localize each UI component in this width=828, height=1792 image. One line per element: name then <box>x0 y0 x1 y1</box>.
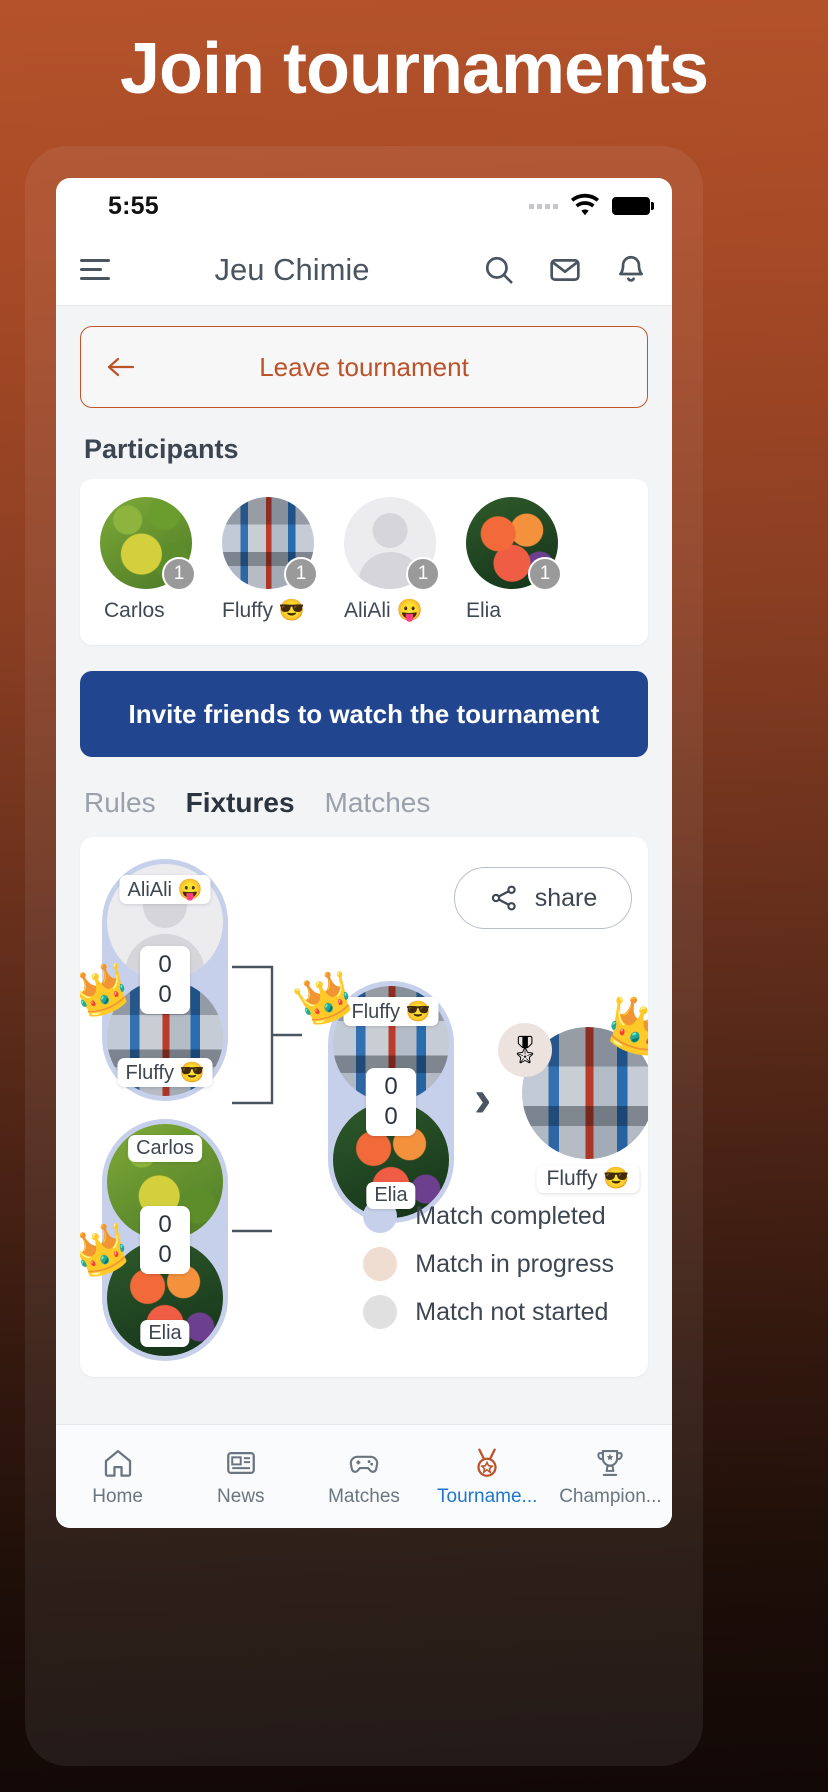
chevron-right-icon: › <box>474 1070 492 1128</box>
leave-tournament-button[interactable]: Leave tournament <box>80 326 648 408</box>
legend-color-swatch <box>363 1295 398 1329</box>
legend-label: Match completed <box>415 1201 606 1230</box>
medal-icon: 🎖 <box>498 1023 552 1077</box>
participant-item[interactable]: 1 Elia <box>466 497 566 623</box>
share-button[interactable]: share <box>454 867 632 929</box>
share-icon <box>491 885 516 911</box>
page-title: Join tournaments <box>119 29 709 109</box>
status-indicators <box>529 193 654 219</box>
nav-label: Home <box>92 1485 143 1507</box>
gamepad-icon <box>349 1455 379 1473</box>
main-content: Leave tournament Participants 1 Carlos 1 <box>56 306 672 1424</box>
score-bottom: 0 <box>158 981 172 1008</box>
score-top: 0 <box>158 951 172 978</box>
participant-item[interactable]: 1 Fluffy 😎 <box>222 497 322 623</box>
match-top-name: Carlos <box>128 1135 202 1162</box>
participant-name: Carlos <box>104 599 165 622</box>
match-bottom-name: Fluffy 😎 <box>117 1058 213 1087</box>
app-title: Jeu Chimie <box>214 251 370 287</box>
signal-dots-icon <box>529 203 558 209</box>
app-screen: 5:55 Jeu Chimie Leave tournament Partici… <box>56 178 672 1528</box>
legend-label: Match not started <box>415 1297 609 1326</box>
nav-item-matches[interactable]: Matches <box>302 1446 425 1508</box>
nav-label: Champion... <box>559 1485 662 1507</box>
fixtures-bracket: share AliAli 😛 Fluffy 😎 0 0 👑 Carlos Eli… <box>80 837 648 1377</box>
participant-badge: 1 <box>406 557 440 591</box>
mail-icon[interactable] <box>548 253 582 287</box>
legend-item: Match in progress <box>363 1247 614 1281</box>
tab-bar: Rules Fixtures Matches <box>84 787 648 819</box>
leave-tournament-label: Leave tournament <box>259 351 469 382</box>
status-time: 5:55 <box>108 191 159 220</box>
wifi-icon <box>570 193 600 216</box>
bracket-connector-lower <box>232 1229 272 1233</box>
tab-rules[interactable]: Rules <box>84 787 156 819</box>
nav-item-news[interactable]: News <box>179 1446 302 1508</box>
bottom-navigation: Home News Matches Tourname... Champion..… <box>56 1424 672 1528</box>
legend-item: Match not started <box>363 1295 614 1329</box>
match-score: 0 0 <box>140 1206 190 1274</box>
device-frame: 5:55 Jeu Chimie Leave tournament Partici… <box>25 146 703 1766</box>
score-bottom: 0 <box>384 1103 398 1130</box>
bracket-legend: Match completed Match in progress Match … <box>363 1199 614 1343</box>
header-icon-group <box>482 253 648 287</box>
share-label: share <box>534 883 598 912</box>
match-semifinal-2[interactable]: Carlos Elia 0 0 👑 <box>80 1119 228 1361</box>
match-score: 0 0 <box>140 946 190 1014</box>
legend-label: Match in progress <box>415 1249 614 1278</box>
participant-badge: 1 <box>284 557 318 591</box>
nav-label: Tourname... <box>437 1485 538 1507</box>
nav-label: News <box>217 1485 265 1507</box>
legend-color-swatch <box>363 1247 398 1281</box>
match-bottom-name: Elia <box>366 1182 416 1209</box>
match-bottom-name: Elia <box>140 1320 190 1347</box>
match-score: 0 0 <box>366 1068 416 1136</box>
tab-fixtures[interactable]: Fixtures <box>186 787 295 819</box>
participants-card: 1 Carlos 1 Fluffy 😎 1 AliAli 😛 1 Elia <box>80 479 648 645</box>
battery-icon <box>612 197 654 215</box>
champion-block[interactable]: 🎖 👑 Fluffy 😎 <box>498 989 648 1193</box>
medal-icon <box>477 1448 497 1477</box>
match-final[interactable]: Fluffy 😎 Elia 0 0 👑 <box>288 963 454 1223</box>
match-semifinal-1[interactable]: AliAli 😛 Fluffy 😎 0 0 👑 <box>80 859 228 1101</box>
participant-item[interactable]: 1 Carlos <box>100 497 200 623</box>
search-icon[interactable] <box>482 253 516 287</box>
champion-name: Fluffy 😎 <box>536 1165 640 1193</box>
participants-heading: Participants <box>84 434 239 464</box>
nav-item-home[interactable]: Home <box>56 1446 179 1508</box>
bell-icon[interactable] <box>614 253 648 287</box>
participant-badge: 1 <box>528 557 562 591</box>
home-icon <box>104 1449 131 1477</box>
news-icon <box>226 1451 255 1474</box>
invite-friends-button[interactable]: Invite friends to watch the tournament <box>80 671 648 757</box>
nav-item-championships[interactable]: Champion... <box>549 1446 672 1508</box>
trophy-icon <box>597 1449 623 1476</box>
nav-item-tournaments[interactable]: Tourname... <box>426 1446 549 1508</box>
match-top-name: AliAli 😛 <box>119 875 211 904</box>
participant-name: Fluffy 😎 <box>222 599 305 622</box>
score-top: 0 <box>158 1211 172 1238</box>
status-bar: 5:55 <box>56 178 672 234</box>
score-top: 0 <box>384 1073 398 1100</box>
nav-label: Matches <box>328 1485 400 1507</box>
participant-badge: 1 <box>162 557 196 591</box>
participant-name: Elia <box>466 599 502 622</box>
app-header: Jeu Chimie <box>56 234 672 306</box>
participant-name: AliAli 😛 <box>344 599 423 622</box>
participant-item[interactable]: 1 AliAli 😛 <box>344 497 444 623</box>
tab-matches[interactable]: Matches <box>325 787 431 819</box>
score-bottom: 0 <box>158 1241 172 1268</box>
